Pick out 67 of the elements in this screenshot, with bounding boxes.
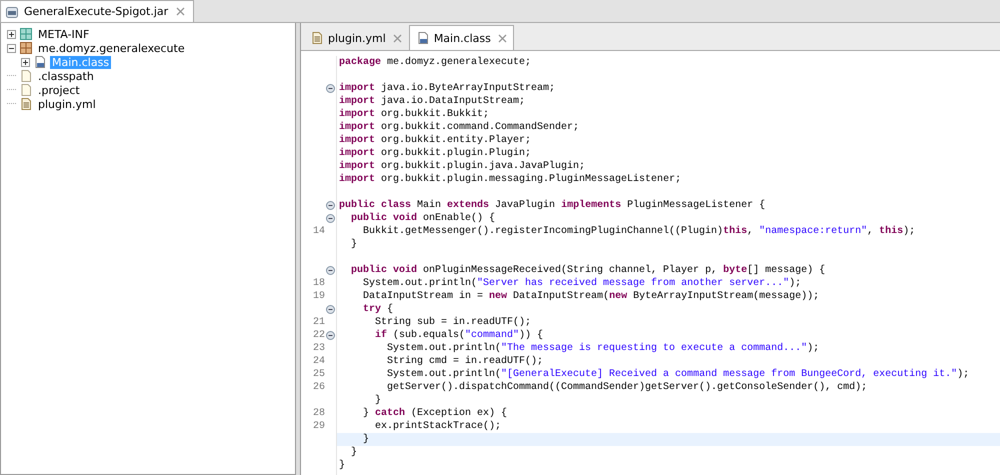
tree-item[interactable]: .project <box>36 84 82 96</box>
line-number: 18 <box>312 278 326 289</box>
code-line: } <box>350 446 358 459</box>
text-file-icon <box>310 31 324 45</box>
fold-icon[interactable] <box>326 331 335 340</box>
expander-icon[interactable] <box>21 58 30 66</box>
code-line: import org.bukkit.entity.Player; <box>338 134 532 147</box>
class-file-icon <box>416 31 430 45</box>
line-number: 23 <box>312 343 326 354</box>
line-number: 19 <box>312 291 326 302</box>
editor-tab[interactable]: plugin.yml <box>303 25 409 50</box>
fold-icon[interactable] <box>326 84 335 93</box>
code-line: getServer().dispatchCommand((CommandSender)getServer().getConsoleSender(), cmd); <box>386 381 868 394</box>
line-number: 25 <box>312 369 326 380</box>
tree-item[interactable]: .classpath <box>36 70 96 82</box>
code-line: public void onEnable() { <box>350 212 496 225</box>
code-line: System.out.println("The message is requesting to execute a command..."); <box>386 342 820 355</box>
code-line: public class Main extends JavaPlugin implements PluginMessageListener { <box>338 199 766 212</box>
code-line: } <box>374 394 382 407</box>
code-line: DataInputStream in = new DataInputStream(new ByteArrayInputStream(message)); <box>362 290 820 303</box>
code-line: } catch (Exception ex) { <box>362 407 508 420</box>
file-icon <box>19 83 33 97</box>
code-line: import org.bukkit.plugin.messaging.PluginMessageListener; <box>338 173 682 186</box>
expander-icon[interactable] <box>7 30 16 38</box>
jar-icon <box>5 4 19 18</box>
line-number: 24 <box>312 356 326 367</box>
tree-item[interactable]: plugin.yml <box>36 98 98 110</box>
code-line: import org.bukkit.plugin.java.JavaPlugin; <box>338 160 586 173</box>
code-line: if (sub.equals("command")) { <box>374 329 544 342</box>
line-number: 21 <box>312 317 326 328</box>
line-number: 28 <box>312 408 326 419</box>
fold-icon[interactable] <box>326 266 335 275</box>
code-line: } <box>338 459 346 472</box>
line-number: 29 <box>312 421 326 432</box>
code-line: import org.bukkit.command.CommandSender; <box>338 121 580 134</box>
fold-icon[interactable] <box>326 214 335 223</box>
code-line: System.out.println("Server has received message from another server..."); <box>362 277 802 290</box>
tree-item[interactable]: me.domyz.generalexecute <box>36 42 187 54</box>
code-line: import org.bukkit.plugin.Plugin; <box>338 147 532 160</box>
close-icon[interactable] <box>498 34 507 42</box>
code-line: package me.domyz.generalexecute; <box>338 56 532 69</box>
code-line: String sub = in.readUTF(); <box>374 316 532 329</box>
code-line: public void onPluginMessageReceived(String channel, Player p, byte[] message) { <box>350 264 826 277</box>
expander-icon[interactable] <box>7 44 16 52</box>
class-file-icon <box>33 55 47 69</box>
code-line: import java.io.DataInputStream; <box>338 95 526 108</box>
line-number: 22 <box>312 330 326 341</box>
close-icon[interactable] <box>176 7 186 16</box>
text-file-icon <box>19 97 33 111</box>
fold-icon[interactable] <box>326 201 335 210</box>
line-number: 14 <box>312 226 326 237</box>
tree-item[interactable]: META-INF <box>36 28 92 40</box>
code-line: import java.io.ByteArrayInputStream; <box>338 82 556 95</box>
folder-icon <box>19 27 33 41</box>
package-icon <box>19 41 33 55</box>
code-line: import org.bukkit.Bukkit; <box>338 108 490 121</box>
file-icon <box>19 69 33 83</box>
code-line: String cmd = in.readUTF(); <box>386 355 544 368</box>
code-line: System.out.println("[GeneralExecute] Received a command message from BungeeCord, executing it."); <box>386 368 970 381</box>
line-number: 26 <box>312 382 326 393</box>
code-line: Bukkit.getMessenger().registerIncomingPluginChannel((Plugin)this, "namespace:return", this); <box>362 225 916 238</box>
jar-tab[interactable]: GeneralExecute-Spigot.jar <box>0 0 194 22</box>
code-line: try { <box>362 303 394 316</box>
code-line: } <box>350 238 358 251</box>
code-line: ex.printStackTrace(); <box>374 420 502 433</box>
editor-tab[interactable]: Main.class <box>408 25 514 50</box>
fold-icon[interactable] <box>326 305 335 314</box>
